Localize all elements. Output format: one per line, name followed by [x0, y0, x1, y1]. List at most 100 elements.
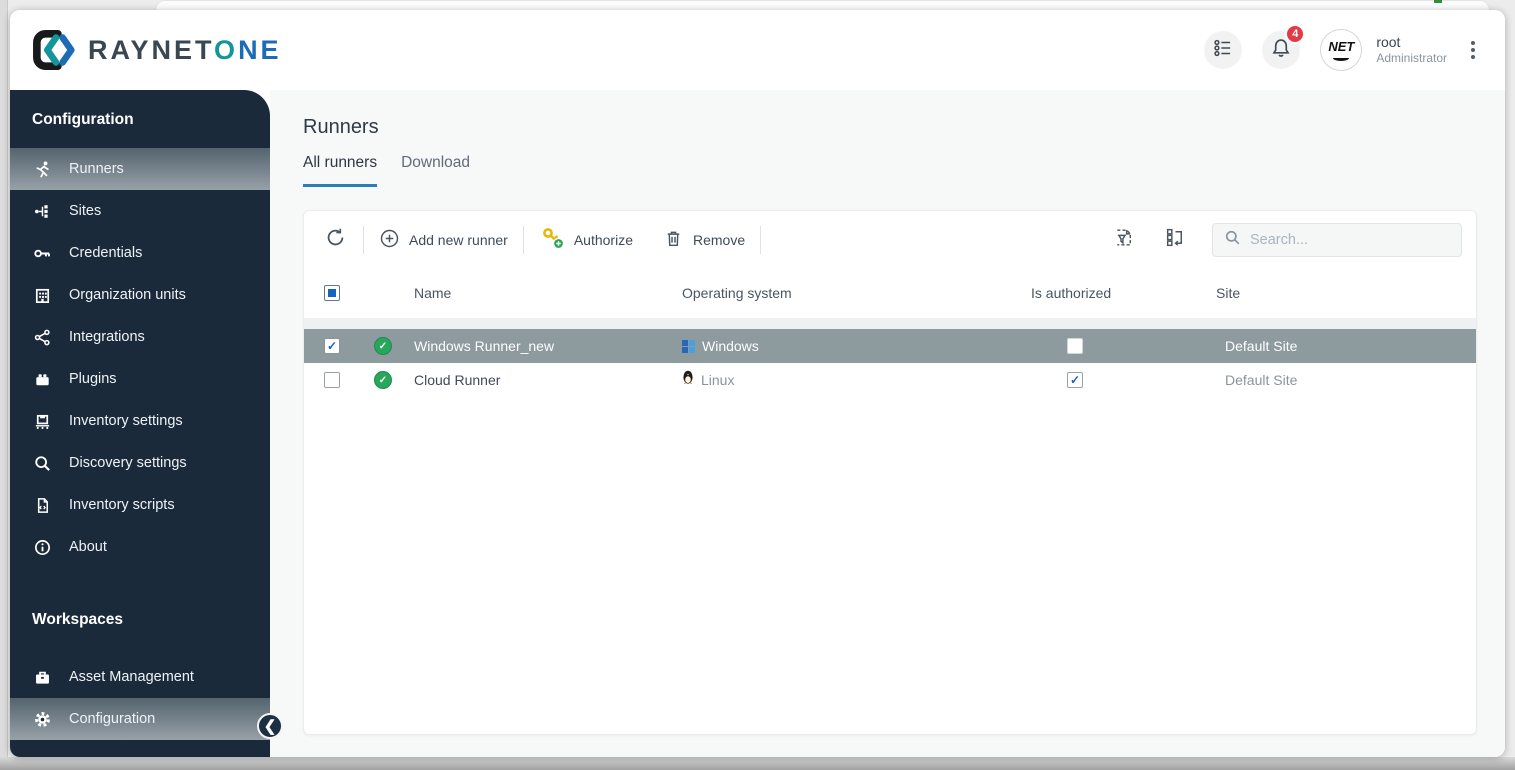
sidebar-item-label: Sites: [69, 203, 101, 219]
authorize-button[interactable]: Authorize: [537, 222, 635, 257]
column-header-name[interactable]: Name: [414, 268, 451, 318]
status-ok-icon: [374, 337, 392, 355]
avatar-logo-arc: [1333, 55, 1349, 61]
toolbar-separator: [760, 226, 761, 254]
toolbar-separator: [363, 226, 364, 254]
sidebar-item-label: Configuration: [69, 711, 155, 727]
sidebar-item-inventory-scripts[interactable]: Inventory scripts: [10, 484, 270, 526]
sidebar-collapse-button[interactable]: ❮: [257, 713, 283, 739]
key-plus-icon: [539, 226, 565, 253]
inventory-settings-icon: [32, 411, 52, 431]
sidebar-item-label: Organization units: [69, 287, 186, 303]
user-name: root: [1376, 34, 1447, 52]
table-header-divider: [304, 318, 1476, 329]
tab-download[interactable]: Download: [401, 154, 470, 187]
script-file-icon: [32, 495, 52, 515]
add-new-runner-button[interactable]: Add new runner: [377, 224, 510, 256]
toolbar-right: [1108, 223, 1462, 257]
sidebar-item-inventory-settings[interactable]: Inventory settings: [10, 400, 270, 442]
briefcase-icon: [32, 667, 52, 687]
table-row[interactable]: Cloud Runner: [304, 363, 1476, 397]
sidebar-item-configuration[interactable]: Configuration: [10, 698, 270, 740]
chevron-left-icon: ❮: [264, 717, 277, 735]
sidebar-item-about[interactable]: About: [10, 526, 270, 568]
task-list-icon: [1212, 37, 1234, 64]
row-select-checkbox[interactable]: [324, 338, 340, 354]
column-header-operating-system[interactable]: Operating system: [682, 268, 792, 318]
refresh-icon: [324, 226, 347, 254]
trash-icon: [663, 228, 684, 252]
avatar[interactable]: NET: [1320, 29, 1362, 71]
remove-button[interactable]: Remove: [661, 224, 747, 256]
runner-icon: [32, 159, 52, 179]
table-toolbar: Add new runner: [304, 211, 1476, 268]
screen: RAYNETONE: [0, 0, 1515, 770]
refresh-button[interactable]: [320, 225, 350, 255]
sidebar-item-label: Integrations: [69, 329, 145, 345]
main-content: Runners All runners Download: [270, 90, 1505, 757]
tab-all-runners[interactable]: All runners: [303, 154, 377, 187]
sidebar-item-label: Runners: [69, 161, 124, 177]
app-header: RAYNETONE: [10, 10, 1505, 90]
sidebar-item-label: Inventory settings: [69, 413, 183, 429]
runners-table-card: Add new runner: [303, 210, 1477, 735]
sidebar: Configuration Runners Sites Credentials: [10, 90, 270, 757]
sidebar-item-plugins[interactable]: Plugins: [10, 358, 270, 400]
sidebar-item-asset-management[interactable]: Asset Management: [10, 656, 270, 698]
building-icon: [32, 285, 52, 305]
search-input[interactable]: [1250, 232, 1430, 248]
window-bottom-edge: [0, 757, 1515, 770]
sidebar-section-workspaces: Workspaces: [10, 608, 270, 632]
select-all-checkbox[interactable]: [324, 285, 340, 301]
info-icon: [32, 537, 52, 557]
plus-circle-icon: [379, 228, 400, 252]
page-title: Runners: [303, 116, 379, 139]
raynetone-logo: RAYNETONE: [32, 29, 282, 71]
search-box: [1212, 223, 1462, 257]
tab-bar: All runners Download: [303, 154, 470, 187]
linux-icon: [682, 363, 694, 397]
plugin-icon: [32, 369, 52, 389]
key-icon: [32, 243, 52, 263]
sidebar-item-label: Credentials: [69, 245, 142, 261]
browser-indicator: [1434, 0, 1442, 3]
table-row[interactable]: Windows Runner_new Windows Default Site: [304, 329, 1476, 363]
sidebar-item-runners[interactable]: Runners: [10, 148, 270, 190]
sidebar-item-label: Plugins: [69, 371, 117, 387]
sidebar-item-integrations[interactable]: Integrations: [10, 316, 270, 358]
sidebar-item-label: Inventory scripts: [69, 497, 175, 513]
window-left-edge: [0, 0, 8, 770]
user-role: Administrator: [1376, 51, 1447, 66]
row-select-checkbox[interactable]: [324, 372, 340, 388]
header-actions: 4 NET root Administrator: [1204, 29, 1479, 71]
export-filtered-button[interactable]: [1108, 225, 1138, 255]
user-info: root Administrator: [1376, 34, 1447, 67]
sidebar-section-configuration: Configuration: [10, 108, 270, 132]
notification-badge: 4: [1285, 24, 1305, 44]
search-settings-icon: [32, 453, 52, 473]
is-authorized-checkbox[interactable]: [1067, 338, 1083, 354]
site-name: Default Site: [1225, 363, 1297, 397]
gear-icon: [32, 709, 52, 729]
is-authorized-checkbox[interactable]: [1067, 372, 1083, 388]
column-header-site[interactable]: Site: [1216, 268, 1240, 318]
logo-text: RAYNETONE: [88, 35, 282, 66]
app-window: RAYNETONE: [10, 10, 1505, 757]
sidebar-item-label: About: [69, 539, 107, 555]
sidebar-item-sites[interactable]: Sites: [10, 190, 270, 232]
column-header-is-authorized[interactable]: Is authorized: [1031, 268, 1111, 318]
sidebar-item-organization-units[interactable]: Organization units: [10, 274, 270, 316]
os-label: Linux: [701, 363, 734, 397]
export-filter-icon: [1112, 226, 1135, 254]
sidebar-item-label: Asset Management: [69, 669, 194, 685]
sidebar-item-discovery-settings[interactable]: Discovery settings: [10, 442, 270, 484]
integrations-icon: [32, 327, 52, 347]
os-label: Windows: [702, 329, 759, 363]
kebab-menu-button[interactable]: [1467, 37, 1479, 63]
runner-name: Cloud Runner: [414, 363, 500, 397]
raynetone-logo-icon: [32, 29, 78, 71]
sidebar-item-credentials[interactable]: Credentials: [10, 232, 270, 274]
notifications-button[interactable]: 4: [1262, 31, 1300, 69]
choose-columns-button[interactable]: [1160, 225, 1190, 255]
task-list-button[interactable]: [1204, 31, 1242, 69]
